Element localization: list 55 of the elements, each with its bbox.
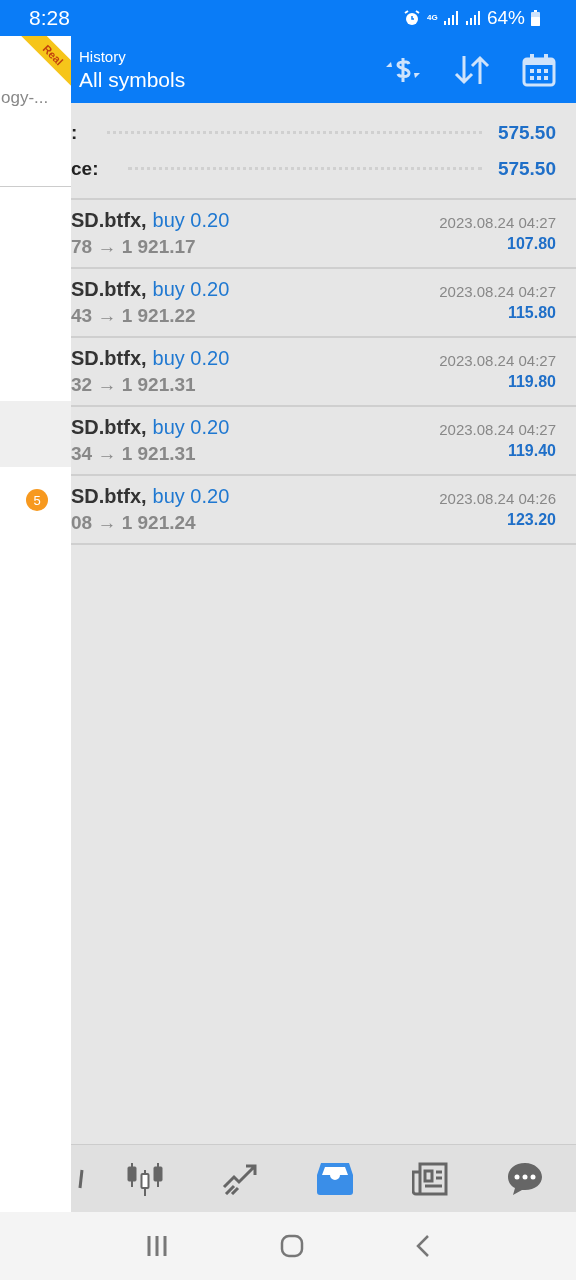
deal-symbol: SD.btfx, [71,347,147,370]
alarm-clock-icon [402,9,421,27]
battery-percent: 64% [486,7,525,29]
deal-profit: 115.80 [507,304,556,322]
deal-time: 2023.08.24 04:27 [439,352,556,369]
header-subtitle: History [79,47,127,65]
deal-type-volume: buy 0.20 [152,416,230,439]
network-type: 4G [426,14,437,22]
candlestick-icon[interactable] [127,1161,164,1196]
deal-type-volume: buy 0.20 [152,278,230,301]
count-badge: 5 [26,489,48,511]
deal-row[interactable]: SD.btfx, buy 0.20 43 → 1 921.22 2023.08.24 04:27 115.80 [71,269,576,338]
inbox-tray-icon[interactable] [316,1162,353,1195]
deal-profit: 119.80 [507,373,556,391]
sort-arrows-icon[interactable] [454,53,490,86]
deal-type-volume: buy 0.20 [152,485,230,508]
deal-type-volume: buy 0.20 [152,347,230,370]
signal-icon [464,10,481,26]
deal-symbol: SD.btfx, [71,278,147,301]
deal-row[interactable]: SD.btfx, buy 0.20 08 → 1 921.24 2023.08.24 04:26 123.20 [71,476,576,545]
recent-apps-icon[interactable] [146,1235,168,1257]
calendar-icon[interactable] [522,52,556,87]
summary-label: : [71,121,78,144]
deal-prices: 08 → 1 921.24 [71,512,197,534]
deal-type-volume: buy 0.20 [152,209,230,232]
summary-value: 575.50 [497,157,556,180]
back-icon[interactable] [416,1235,430,1257]
summary-value: 575.50 [497,121,556,144]
deal-symbol: SD.btfx, [71,485,147,508]
deal-prices: 34 → 1 921.31 [71,443,197,465]
deal-time: 2023.08.24 04:27 [439,214,556,231]
deal-row[interactable]: SD.btfx, buy 0.20 78 → 1 921.17 2023.08.24 04:27 107.80 [71,200,576,269]
deal-row[interactable]: SD.btfx, buy 0.20 32 → 1 921.31 2023.08.24 04:27 119.80 [71,338,576,407]
signal-icon [442,10,459,26]
deal-time: 2023.08.24 04:27 [439,421,556,438]
home-icon[interactable] [280,1234,304,1258]
header-title[interactable]: All symbols [79,67,186,92]
deal-symbol: SD.btfx, [71,416,147,439]
deal-prices: 43 → 1 921.22 [71,305,197,327]
deal-profit: 123.20 [507,511,556,529]
deal-prices: 32 → 1 921.31 [71,374,197,396]
deal-time: 2023.08.24 04:26 [439,490,556,507]
account-name[interactable]: ogy-... [1,88,49,108]
deal-prices: 78 → 1 921.17 [71,236,197,258]
clock-time: 8:28 [29,6,70,30]
deal-row[interactable]: SD.btfx, buy 0.20 34 → 1 921.31 2023.08.24 04:27 119.40 [71,407,576,476]
deal-profit: 107.80 [507,235,556,253]
summary-label: ce: [71,157,99,180]
newspaper-icon[interactable] [411,1161,448,1196]
trend-arrow-icon[interactable] [222,1162,259,1195]
deal-time: 2023.08.24 04:27 [439,283,556,300]
deal-symbol: SD.btfx, [71,209,147,232]
battery-icon [531,10,540,26]
deal-profit: 119.40 [507,442,556,460]
chat-bubble-icon[interactable] [506,1161,543,1196]
